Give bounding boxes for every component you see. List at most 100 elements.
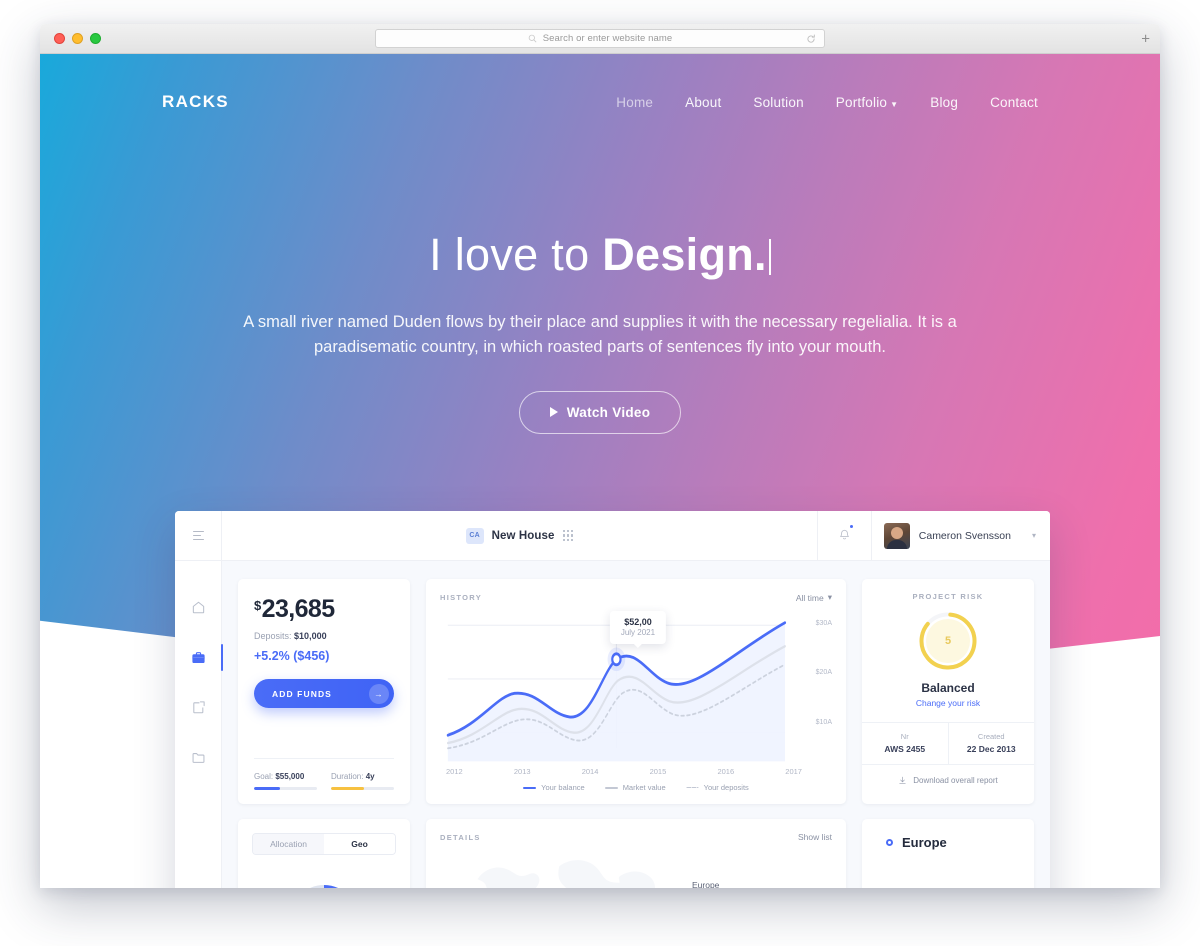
duration-label: Duration: bbox=[331, 772, 364, 781]
arrow-right-icon: → bbox=[369, 683, 389, 704]
currency-symbol: $ bbox=[254, 598, 261, 613]
allocation-pie-svg bbox=[310, 884, 339, 888]
dashboard-mockup: CA New House Cameron Svensson ▾ $23,685 … bbox=[175, 511, 1050, 888]
play-icon bbox=[549, 407, 558, 418]
duration-value: 4y bbox=[365, 772, 375, 781]
watch-video-button[interactable]: Watch Video bbox=[518, 390, 682, 434]
briefcase-icon bbox=[191, 652, 205, 664]
hero-title-bold: Design. bbox=[602, 229, 767, 280]
legend-label: Market value bbox=[622, 783, 666, 792]
legend-label: Your deposits bbox=[703, 783, 749, 792]
x-tick-2: 2014 bbox=[581, 767, 599, 776]
risk-meta-created: Created 22 Dec 2013 bbox=[947, 723, 1035, 764]
duration-progress-bar bbox=[331, 787, 394, 790]
tab-allocation[interactable]: Allocation bbox=[253, 834, 324, 854]
history-range-selector[interactable]: All time ▾ bbox=[796, 592, 832, 603]
nav-item-portfolio[interactable]: Portfolio ▼ bbox=[836, 95, 898, 110]
sidebar-item-files[interactable] bbox=[190, 749, 207, 766]
folder-icon bbox=[192, 753, 204, 763]
tooltip-date: July 2021 bbox=[620, 628, 656, 637]
maximize-window-button[interactable] bbox=[90, 33, 101, 44]
meta-value: 22 Dec 2013 bbox=[966, 744, 1016, 754]
risk-score: 5 bbox=[944, 635, 952, 647]
nav-item-home[interactable]: Home bbox=[616, 95, 653, 110]
nav-item-solution[interactable]: Solution bbox=[753, 95, 803, 110]
nav-item-about[interactable]: About bbox=[685, 95, 721, 110]
dashboard-row-bottom: Allocation Geo DETAILS Show list Europe … bbox=[238, 819, 1034, 888]
browser-window: Search or enter website name + RACKS Hom… bbox=[40, 24, 1160, 888]
project-switcher[interactable]: CA New House bbox=[222, 527, 817, 544]
history-header: HISTORY All time ▾ bbox=[440, 592, 832, 603]
dashboard-row-top: $23,685 Deposits: $10,000 +5.2% ($456) A… bbox=[238, 579, 1034, 804]
nav-item-blog[interactable]: Blog bbox=[930, 95, 958, 110]
search-icon bbox=[528, 34, 537, 43]
sidebar-item-share[interactable] bbox=[190, 699, 207, 716]
legend-swatch bbox=[523, 786, 537, 789]
chevron-down-icon: ▼ bbox=[890, 99, 899, 109]
sidebar-toggle-button[interactable] bbox=[175, 511, 222, 560]
add-funds-button[interactable]: ADD FUNDS → bbox=[254, 679, 394, 708]
goal-value: $55,000 bbox=[275, 772, 305, 781]
sidebar-item-home[interactable] bbox=[190, 599, 207, 616]
risk-top: PROJECT RISK 5 Balanced Change your risk bbox=[862, 579, 1034, 723]
legend-item-deposits: Your deposits bbox=[685, 783, 749, 792]
risk-gauge: 5 bbox=[917, 610, 979, 672]
legend-item-market: Market value bbox=[604, 783, 666, 792]
show-list-button[interactable]: Show list bbox=[798, 832, 832, 842]
download-report-button[interactable]: Download overall report bbox=[862, 765, 1034, 796]
user-menu[interactable]: Cameron Svensson ▾ bbox=[870, 511, 1050, 560]
risk-level: Balanced bbox=[921, 681, 975, 695]
region-dot-icon bbox=[886, 839, 893, 846]
meta-value: AWS 2455 bbox=[884, 744, 926, 754]
chart-x-axis: 2012 2013 2014 2015 2016 2017 bbox=[440, 764, 832, 776]
address-bar-placeholder: Search or enter website name bbox=[542, 33, 673, 44]
allocation-card: Allocation Geo bbox=[238, 819, 410, 888]
goal-stat: Goal: $55,000 bbox=[254, 772, 317, 790]
tab-geo[interactable]: Geo bbox=[324, 834, 395, 854]
nav-item-portfolio-label: Portfolio bbox=[835, 94, 888, 110]
history-card: HISTORY All time ▾ $52,00 July 2021 $30A… bbox=[426, 579, 846, 804]
balance-value: 23,685 bbox=[261, 595, 335, 623]
details-card: DETAILS Show list Europe bbox=[426, 819, 846, 888]
download-report-label: Download overall report bbox=[913, 776, 998, 785]
history-title: HISTORY bbox=[440, 593, 483, 602]
add-funds-label: ADD FUNDS bbox=[272, 688, 332, 699]
grid-apps-icon[interactable] bbox=[562, 530, 574, 541]
europe-label: Europe bbox=[692, 880, 720, 888]
meta-key: Nr bbox=[900, 732, 909, 741]
page-viewport: RACKS Home About Solution Portfolio ▼ Blo… bbox=[40, 54, 1160, 888]
legend-label: Your balance bbox=[541, 783, 585, 792]
dashboard-main: $23,685 Deposits: $10,000 +5.2% ($456) A… bbox=[222, 561, 1050, 888]
allocation-pie bbox=[252, 871, 396, 888]
balance-amount: $23,685 bbox=[254, 597, 394, 622]
sidebar-item-projects[interactable] bbox=[190, 644, 223, 671]
nav-item-contact[interactable]: Contact bbox=[990, 95, 1038, 110]
risk-title: PROJECT RISK bbox=[912, 592, 984, 601]
legend-swatch bbox=[685, 787, 699, 788]
risk-meta: Nr AWS 2455 Created 22 Dec 2013 bbox=[862, 723, 1034, 765]
allocation-tabs: Allocation Geo bbox=[252, 833, 396, 855]
home-icon bbox=[192, 601, 204, 614]
legend-row-europe[interactable]: Europe bbox=[876, 835, 1020, 850]
chart-y-axis: $30A $20A $10A bbox=[806, 620, 832, 733]
site-navigation: RACKS Home About Solution Portfolio ▼ Blo… bbox=[40, 54, 1160, 150]
risk-meta-nr: Nr AWS 2455 bbox=[862, 723, 948, 764]
change-risk-link[interactable]: Change your risk bbox=[874, 698, 1022, 708]
reload-icon[interactable] bbox=[806, 34, 816, 44]
user-name: Cameron Svensson bbox=[918, 529, 1011, 542]
y-tick-0: $30A bbox=[815, 619, 832, 627]
close-window-button[interactable] bbox=[54, 33, 65, 44]
hamburger-icon bbox=[192, 528, 204, 543]
x-tick-1: 2013 bbox=[513, 767, 531, 776]
world-map-svg bbox=[477, 860, 656, 888]
balance-card: $23,685 Deposits: $10,000 +5.2% ($456) A… bbox=[238, 579, 410, 804]
avatar bbox=[883, 522, 910, 549]
site-logo[interactable]: RACKS bbox=[162, 92, 229, 112]
goal-progress-bar bbox=[254, 787, 317, 790]
address-bar[interactable]: Search or enter website name bbox=[375, 29, 825, 48]
world-map bbox=[451, 845, 720, 888]
notifications-button[interactable] bbox=[816, 511, 871, 560]
goal-label-row: Goal: $55,000 bbox=[254, 772, 317, 781]
new-tab-button[interactable]: + bbox=[1141, 31, 1150, 46]
minimize-window-button[interactable] bbox=[72, 33, 83, 44]
